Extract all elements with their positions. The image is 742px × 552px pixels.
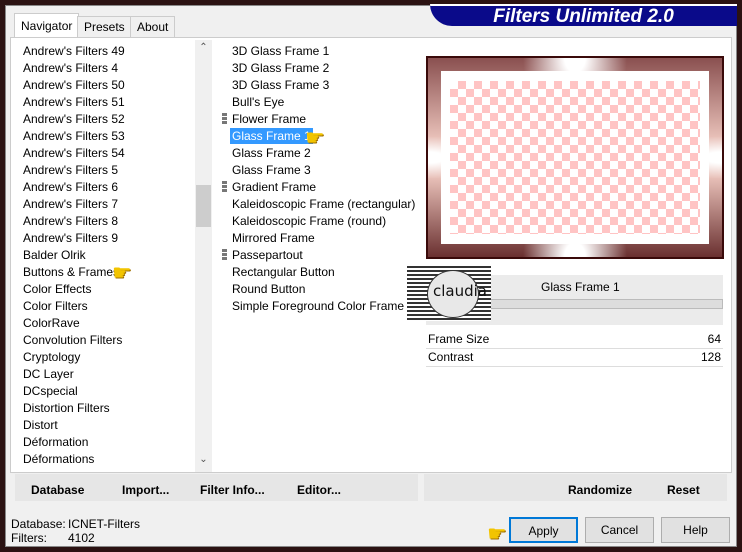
- category-item[interactable]: Déformation: [23, 434, 88, 450]
- filter-item[interactable]: 3D Glass Frame 1: [230, 43, 331, 59]
- database-value: ICNET-Filters: [68, 517, 140, 531]
- scrollbar-thumb[interactable]: [196, 185, 211, 227]
- filter-item[interactable]: Glass Frame 3: [230, 162, 313, 178]
- preset-grip-icon: [222, 113, 227, 125]
- param-name: Contrast: [428, 350, 474, 364]
- category-item[interactable]: Déformations: [23, 451, 94, 467]
- category-item[interactable]: Andrew's Filters 53: [23, 128, 125, 144]
- filter-item[interactable]: Kaleidoscopic Frame (rectangular): [230, 196, 417, 212]
- category-item[interactable]: DCspecial: [23, 383, 78, 399]
- param-value: 64: [707, 332, 721, 346]
- filter-item[interactable]: Mirrored Frame: [230, 230, 317, 246]
- filter-item[interactable]: Rectangular Button: [230, 264, 337, 280]
- param-value: 128: [700, 350, 721, 364]
- category-item[interactable]: Andrew's Filters 49: [23, 43, 125, 59]
- tab-navigator[interactable]: Navigator: [14, 13, 80, 38]
- category-item[interactable]: Andrew's Filters 6: [23, 179, 118, 195]
- help-button[interactable]: Help: [661, 517, 730, 543]
- scroll-up-arrow-icon[interactable]: ⌃: [195, 42, 212, 56]
- category-item[interactable]: Color Effects: [23, 281, 91, 297]
- category-item[interactable]: Andrew's Filters 8: [23, 213, 118, 229]
- category-list[interactable]: ⌃ ⌄ Andrew's Filters 49 Andrew's Filters …: [15, 40, 213, 472]
- scroll-down-arrow-icon[interactable]: ⌄: [195, 454, 212, 468]
- category-item[interactable]: Distortion Filters: [23, 400, 110, 416]
- filter-item[interactable]: Passepartout: [230, 247, 305, 263]
- database-button[interactable]: Database: [31, 482, 84, 498]
- filter-item[interactable]: Glass Frame 1: [230, 128, 313, 144]
- preview-filter-name: Glass Frame 1: [541, 280, 620, 294]
- filter-item[interactable]: Kaleidoscopic Frame (round): [230, 213, 388, 229]
- pointing-hand-icon: ☛: [487, 521, 507, 546]
- pointing-hand-icon: ☛: [305, 125, 325, 150]
- filter-item[interactable]: Flower Frame: [230, 111, 308, 127]
- filter-item[interactable]: Glass Frame 2: [230, 145, 313, 161]
- filter-item[interactable]: Simple Foreground Color Frame: [230, 298, 406, 314]
- filter-info-button[interactable]: Filter Info...: [200, 482, 265, 498]
- category-item[interactable]: Convolution Filters: [23, 332, 122, 348]
- param-slider-row[interactable]: Contrast 128: [426, 349, 723, 367]
- reset-button[interactable]: Reset: [667, 482, 700, 498]
- category-item[interactable]: Andrew's Filters 4: [23, 60, 118, 76]
- filter-item[interactable]: Round Button: [230, 281, 307, 297]
- import-button[interactable]: Import...: [122, 482, 169, 498]
- pointing-hand-icon: ☛: [112, 260, 132, 285]
- filter-item[interactable]: 3D Glass Frame 3: [230, 77, 331, 93]
- filter-item[interactable]: Gradient Frame: [230, 179, 318, 195]
- filter-item[interactable]: Bull's Eye: [230, 94, 286, 110]
- category-item[interactable]: Andrew's Filters 7: [23, 196, 118, 212]
- category-item[interactable]: Andrew's Filters 50: [23, 77, 125, 93]
- editor-button[interactable]: Editor...: [297, 482, 341, 498]
- tab-presets[interactable]: Presets: [77, 16, 132, 37]
- database-label: Database:: [11, 517, 66, 531]
- category-item[interactable]: Balder Olrik: [23, 247, 86, 263]
- preview-image: [426, 56, 724, 259]
- preset-grip-icon: [222, 249, 227, 261]
- app-title: Filters Unlimited 2.0: [430, 4, 737, 27]
- preset-grip-icon: [222, 181, 227, 193]
- category-item[interactable]: Buttons & Frames: [23, 264, 119, 280]
- watermark-logo: claudia: [407, 266, 491, 321]
- category-item[interactable]: Andrew's Filters 54: [23, 145, 125, 161]
- param-name: Frame Size: [428, 332, 490, 346]
- category-item[interactable]: Andrew's Filters 51: [23, 94, 125, 110]
- filters-count: 4102: [68, 531, 95, 545]
- category-item[interactable]: Distort: [23, 417, 58, 433]
- filter-list[interactable]: 3D Glass Frame 1 3D Glass Frame 2 3D Glass…: [218, 40, 418, 472]
- param-slider-row[interactable]: Frame Size 64: [426, 331, 723, 349]
- filters-label: Filters:: [11, 531, 47, 545]
- category-scrollbar[interactable]: ⌃ ⌄: [195, 40, 212, 472]
- category-item[interactable]: Andrew's Filters 52: [23, 111, 125, 127]
- tab-about[interactable]: About: [130, 16, 176, 37]
- filter-item[interactable]: 3D Glass Frame 2: [230, 60, 331, 76]
- cancel-button[interactable]: Cancel: [585, 517, 654, 543]
- progress-bar: [486, 299, 723, 309]
- apply-button[interactable]: Apply: [509, 517, 578, 543]
- category-item[interactable]: Andrew's Filters 5: [23, 162, 118, 178]
- category-item[interactable]: ColorRave: [23, 315, 80, 331]
- randomize-button[interactable]: Randomize: [568, 482, 632, 498]
- category-item[interactable]: Cryptology: [23, 349, 80, 365]
- category-item[interactable]: Andrew's Filters 9: [23, 230, 118, 246]
- category-item[interactable]: DC Layer: [23, 366, 74, 382]
- category-item[interactable]: Color Filters: [23, 298, 88, 314]
